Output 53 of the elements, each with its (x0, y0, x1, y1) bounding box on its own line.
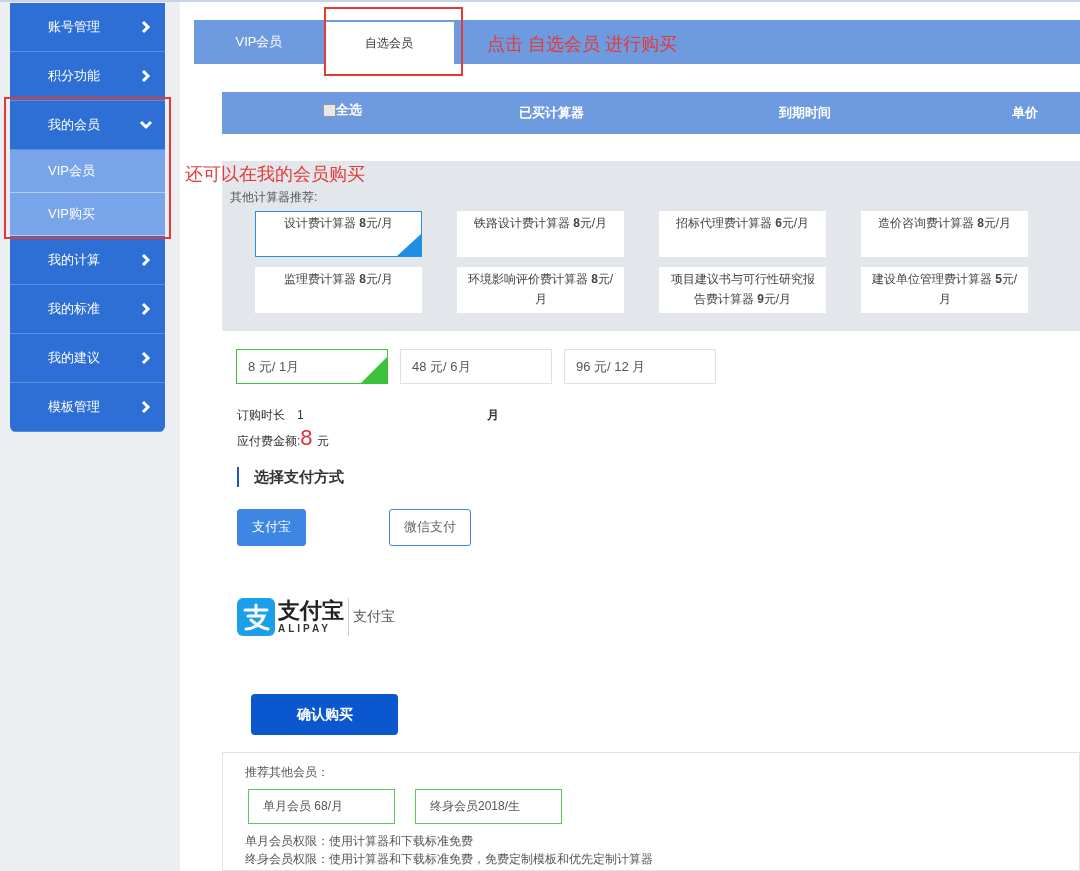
payment-option[interactable]: 支付宝 (237, 508, 306, 546)
chevron-right-icon (139, 20, 153, 34)
unit-label: 元 (316, 433, 329, 450)
sidebar-item[interactable]: 账号管理 (10, 3, 165, 52)
membership-note: 单月会员权限：使用计算器和下载标准免费 (245, 832, 474, 850)
chevron-right-icon (139, 400, 153, 414)
section-heading: 选择支付方式 (254, 467, 344, 487)
duration-value: 1 (297, 407, 305, 424)
section-label: 推荐其他会员： (245, 763, 330, 781)
sidebar-item[interactable]: 我的建议 (10, 334, 165, 383)
sidebar-item[interactable]: 积分功能 (10, 52, 165, 101)
checkbox-label: 全选 (335, 101, 362, 120)
logo-wordmark: 支付宝 (278, 599, 344, 622)
sidebar-item[interactable]: 我的标准 (10, 285, 165, 334)
column-header: 到期时间 (778, 104, 832, 123)
logo-subtitle: ALIPAY (278, 623, 332, 634)
unit-label: 月 (487, 407, 499, 424)
logo-caption: 支付宝 (353, 607, 395, 626)
chevron-right-icon (139, 253, 153, 267)
annotation-text: 还可以在我的会员购买 (185, 162, 365, 186)
annotation-text: 点击 自选会员 进行购买 (487, 33, 677, 56)
chevron-down-icon (139, 118, 153, 132)
column-header: 单价 (1011, 104, 1039, 123)
confirm-button[interactable]: 确认购买 (251, 693, 398, 735)
sidebar-item[interactable]: 我的会员 (10, 101, 165, 150)
tab[interactable]: 自选会员 (324, 22, 454, 64)
duration-option[interactable]: 48 元/ 6月 (400, 349, 552, 384)
chevron-right-icon (139, 69, 153, 83)
duration-option[interactable]: 96 元/ 12 月 (564, 349, 716, 384)
sidebar-item[interactable]: 模板管理 (10, 383, 165, 432)
chevron-right-icon (139, 351, 153, 365)
membership-option[interactable]: 单月会员 68/月 (248, 788, 395, 824)
alipay-icon (237, 597, 275, 636)
calculator-card[interactable]: 监理费计算器 8元/月 (255, 267, 422, 313)
calculator-card[interactable]: 项目建议书与可行性研究报告费计算器 9元/月 (659, 267, 826, 313)
sidebar-item[interactable]: 我的计算 (10, 236, 165, 285)
calculator-card[interactable]: 建设单位管理费计算器 5元/月 (861, 267, 1028, 313)
duration-option[interactable]: 8 元/ 1月 (236, 349, 388, 384)
checkbox[interactable] (322, 103, 336, 117)
column-header: 已买计算器 (517, 104, 585, 123)
field-label: 订购时长 (237, 407, 285, 424)
membership-option[interactable]: 终身会员2018/生 (415, 788, 562, 824)
calculator-card[interactable]: 铁路设计费计算器 8元/月 (457, 211, 624, 257)
calculator-card[interactable]: 环境影响评价费计算器 8元/月 (457, 267, 624, 313)
calculator-card[interactable]: 设计费计算器 8元/月 (255, 211, 422, 257)
membership-note: 终身会员权限：使用计算器和下载标准免费，免费定制模板和优先定制计算器 (245, 850, 654, 868)
chevron-right-icon (139, 302, 153, 316)
calculator-card[interactable]: 招标代理费计算器 6元/月 (659, 211, 826, 257)
section-label: 其他计算器推荐: (230, 189, 319, 206)
payment-option[interactable]: 微信支付 (389, 508, 471, 546)
amount-value: 8 (300, 426, 313, 450)
calculator-card[interactable]: 造价咨询费计算器 8元/月 (861, 211, 1028, 257)
field-label: 应付费金额: (237, 434, 301, 450)
